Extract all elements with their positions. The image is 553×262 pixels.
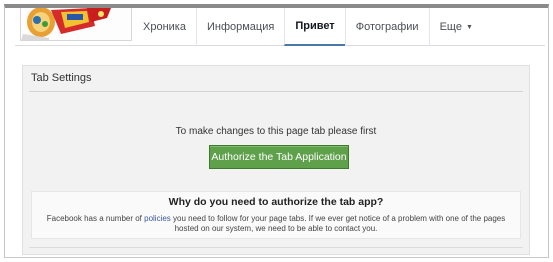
policies-link[interactable]: policies [144, 214, 171, 223]
page-frame: Хроника Информация Привет Фотографии Еще… [4, 4, 549, 258]
chevron-down-icon: ▼ [465, 23, 473, 31]
cover-image-icon [21, 8, 131, 40]
page-nav: Хроника Информация Привет Фотографии Еще… [15, 8, 545, 46]
divider [29, 247, 523, 248]
why-authorize-box: Why do you need to authorize the tab app… [31, 191, 521, 239]
tab-info[interactable]: Информация [195, 8, 284, 46]
authorize-button[interactable]: Authorize the Tab Application [209, 145, 349, 169]
authorize-instruction: To make changes to this page tab please … [175, 126, 377, 137]
tab-photos[interactable]: Фотографии [344, 8, 429, 46]
cover-thumbnail[interactable] [20, 8, 132, 41]
tab-settings-panel: Tab Settings To make changes to this pag… [22, 65, 530, 255]
why-authorize-title: Why do you need to authorize the tab app… [168, 196, 384, 208]
tab-privet[interactable]: Привет [284, 8, 345, 46]
divider [29, 91, 523, 92]
why-authorize-text: Facebook has a number of policies you ne… [46, 214, 506, 233]
tab-timeline[interactable]: Хроника [133, 8, 196, 46]
panel-title: Tab Settings [31, 72, 92, 84]
tab-more[interactable]: Еще ▼ [428, 8, 483, 46]
page-tabs: Хроника Информация Привет Фотографии Еще… [133, 8, 483, 46]
